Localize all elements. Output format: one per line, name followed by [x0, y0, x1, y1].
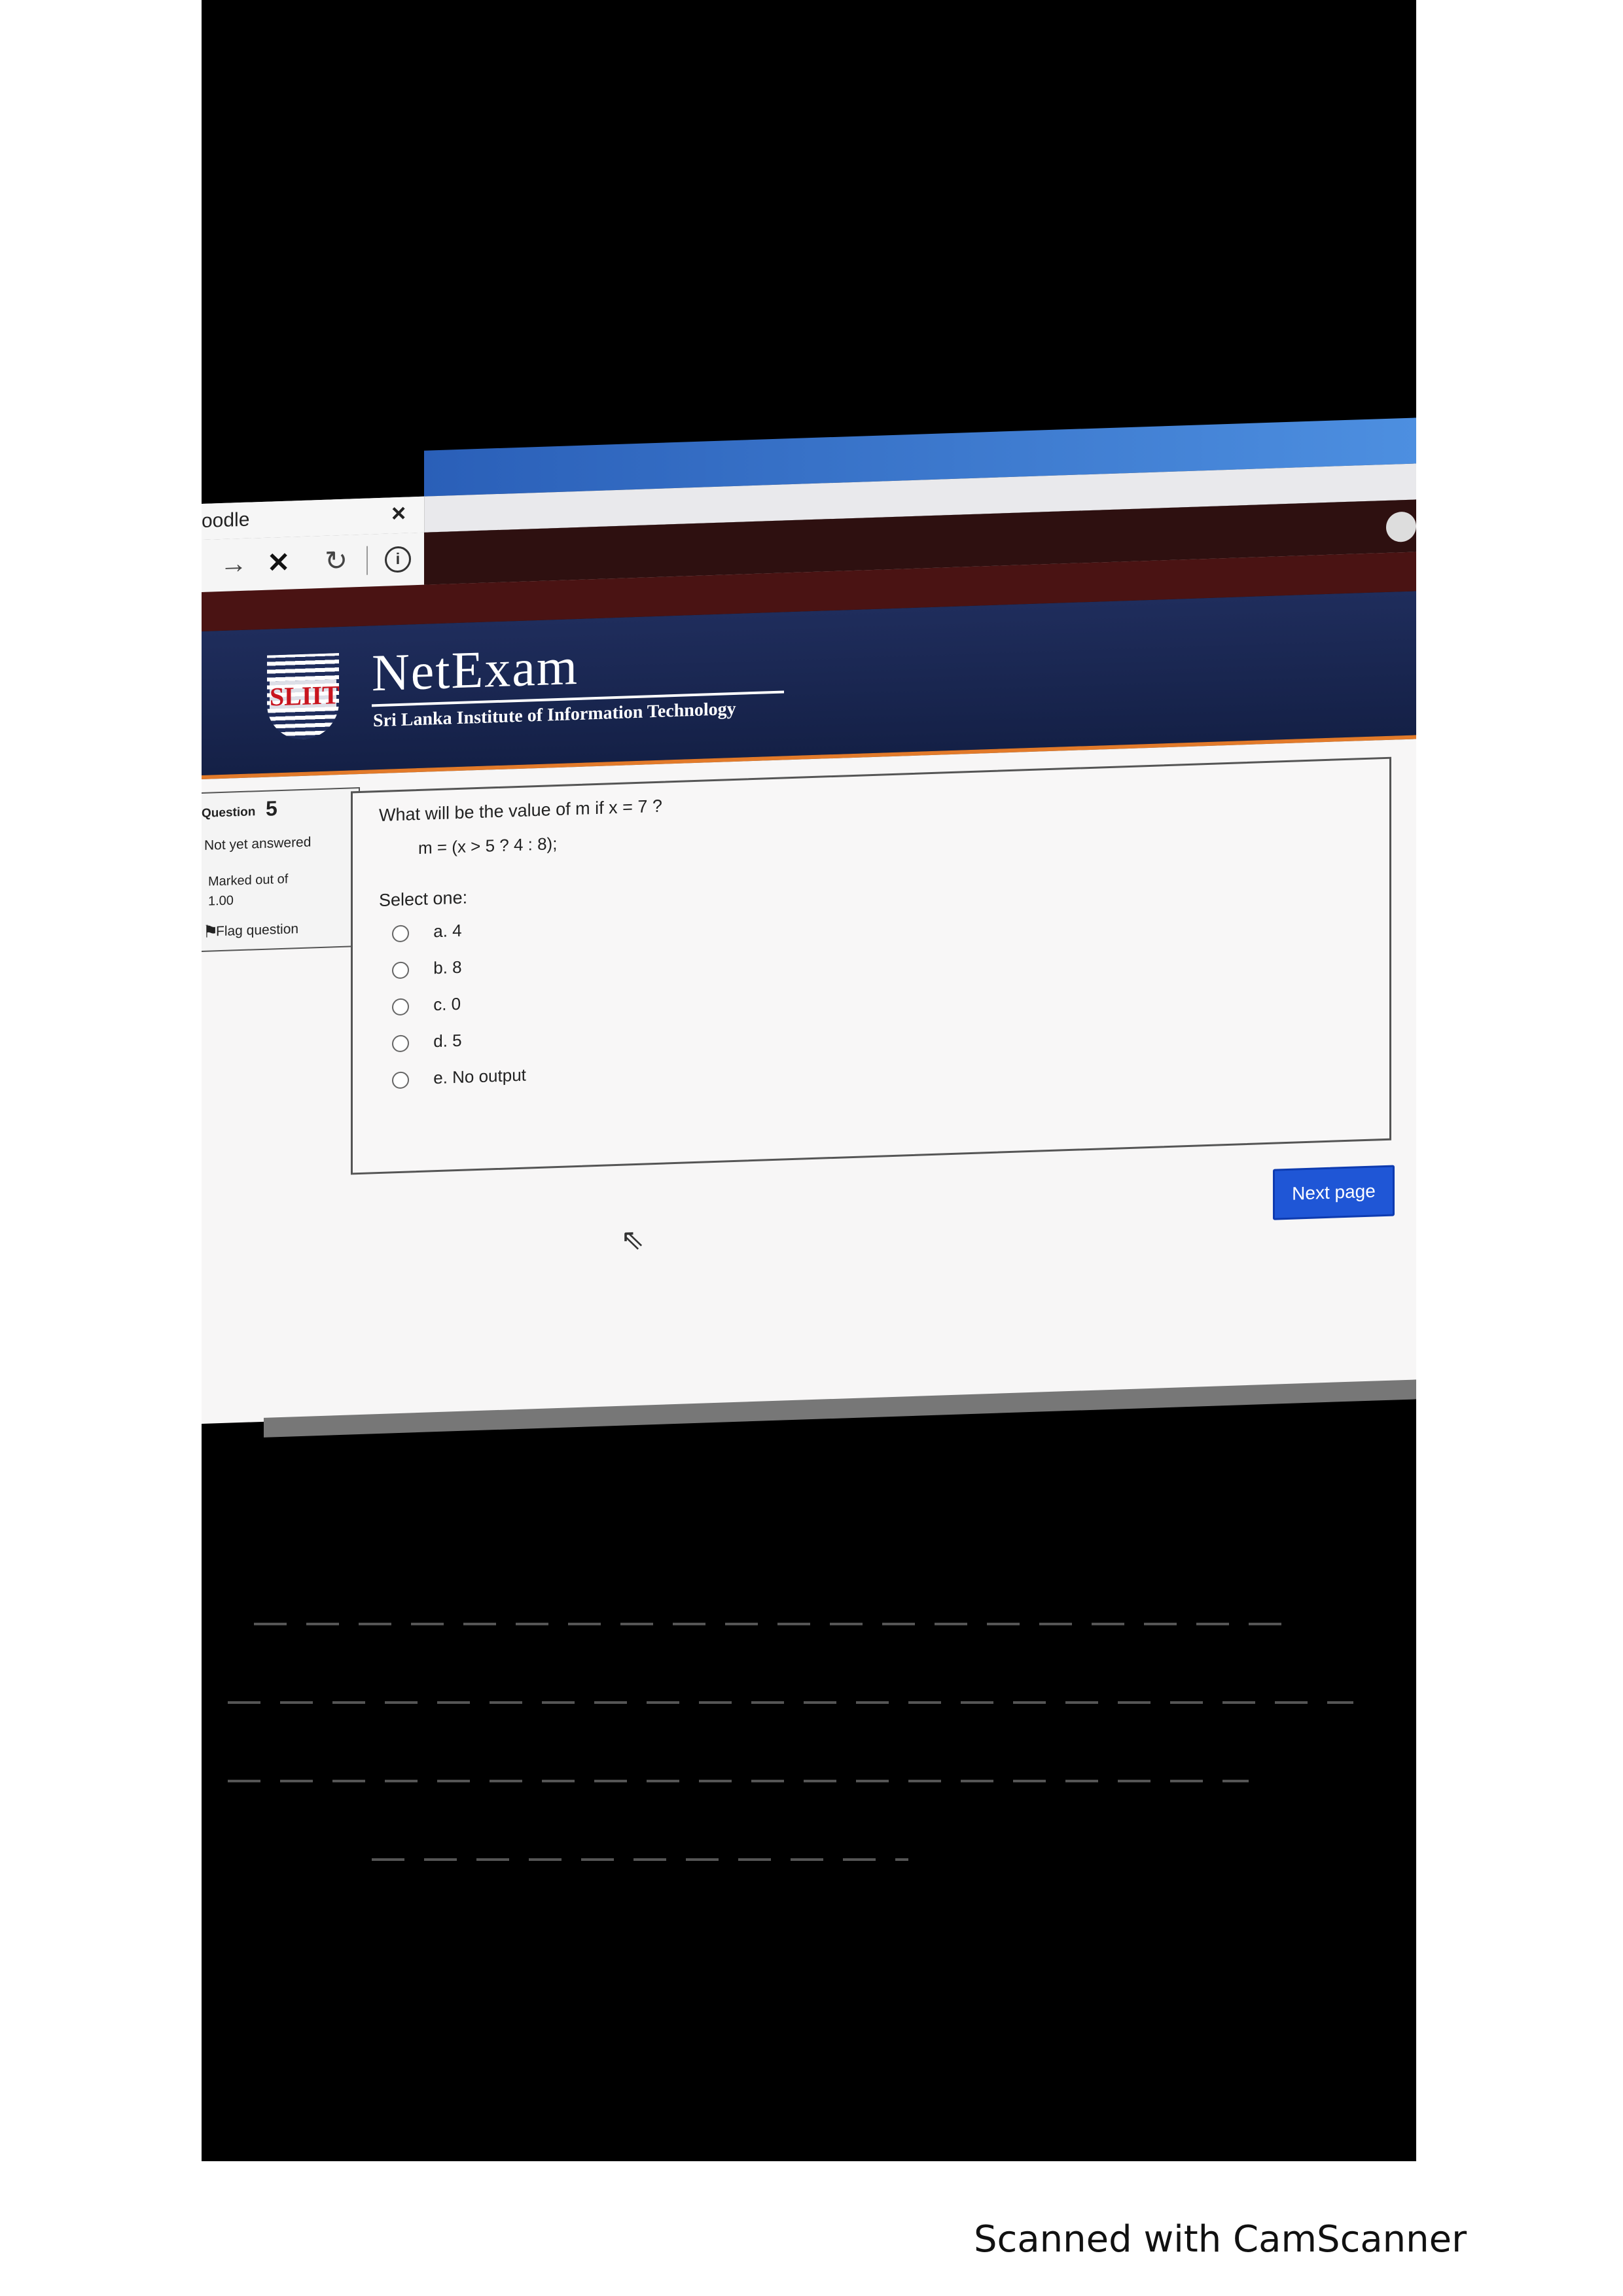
next-page-button[interactable]: Next page — [1273, 1165, 1395, 1220]
answer-option[interactable]: d. 5 — [392, 1031, 462, 1053]
option-label: d. 5 — [433, 1030, 462, 1051]
flag-question-link[interactable]: Flag question — [216, 921, 298, 940]
answer-option[interactable]: c. 0 — [392, 994, 461, 1016]
answer-option[interactable]: a. 4 — [392, 921, 462, 944]
tab-close-icon[interactable]: × — [391, 500, 406, 529]
option-label: a. 4 — [433, 920, 462, 942]
question-text: What will be the value of m if x = 7 ? — [379, 796, 662, 826]
quiz-page: Question 5 Not yet answered Marked out o… — [202, 739, 1416, 1424]
marks-label: Marked out of — [208, 872, 289, 889]
option-label: c. 0 — [433, 993, 461, 1015]
site-title: NetExam — [372, 637, 579, 703]
select-prompt: Select one: — [379, 887, 468, 911]
answer-option[interactable]: b. 8 — [392, 957, 462, 980]
photo-frame: oodle × → ✕ ↻ i SLIIT NetExam Sri Lanka … — [202, 0, 1416, 2161]
back-arrow-icon[interactable]: → — [220, 548, 247, 580]
question-label: Question — [202, 805, 256, 821]
crest-lettering: SLIIT — [270, 679, 340, 713]
keyboard-row — [372, 1858, 908, 1861]
stop-icon[interactable]: ✕ — [267, 546, 290, 579]
marks-value: 1.00 — [208, 893, 234, 909]
profile-icon[interactable] — [1386, 511, 1416, 542]
scan-watermark: Scanned with CamScanner — [974, 2218, 1467, 2261]
option-label: e. No output — [433, 1065, 526, 1088]
keyboard-row — [228, 1701, 1353, 1704]
radio-button[interactable] — [392, 1034, 409, 1053]
info-icon[interactable]: i — [385, 546, 411, 573]
tab-title: oodle — [202, 508, 250, 532]
question-number: 5 — [266, 796, 277, 821]
option-label: b. 8 — [433, 957, 462, 978]
question-code: m = (x > 5 ? 4 : 8); — [418, 833, 558, 858]
screen: oodle × → ✕ ↻ i SLIIT NetExam Sri Lanka … — [202, 391, 1416, 1453]
radio-button[interactable] — [392, 925, 409, 943]
reload-icon[interactable]: ↻ — [325, 544, 348, 577]
question-content: What will be the value of m if x = 7 ? m… — [351, 756, 1391, 1175]
toolbar-separator — [366, 546, 368, 575]
question-marks: Marked out of 1.00 — [208, 870, 288, 911]
question-state: Not yet answered — [204, 834, 312, 853]
question-info-panel: Question 5 Not yet answered Marked out o… — [202, 786, 360, 952]
answer-option[interactable]: e. No output — [392, 1065, 526, 1090]
keyboard-row — [228, 1780, 1249, 1782]
radio-button[interactable] — [392, 998, 409, 1016]
mouse-pointer-icon: ⇖ — [620, 1223, 645, 1256]
radio-button[interactable] — [392, 961, 409, 980]
radio-button[interactable] — [392, 1071, 409, 1089]
keyboard-row — [254, 1623, 1301, 1625]
